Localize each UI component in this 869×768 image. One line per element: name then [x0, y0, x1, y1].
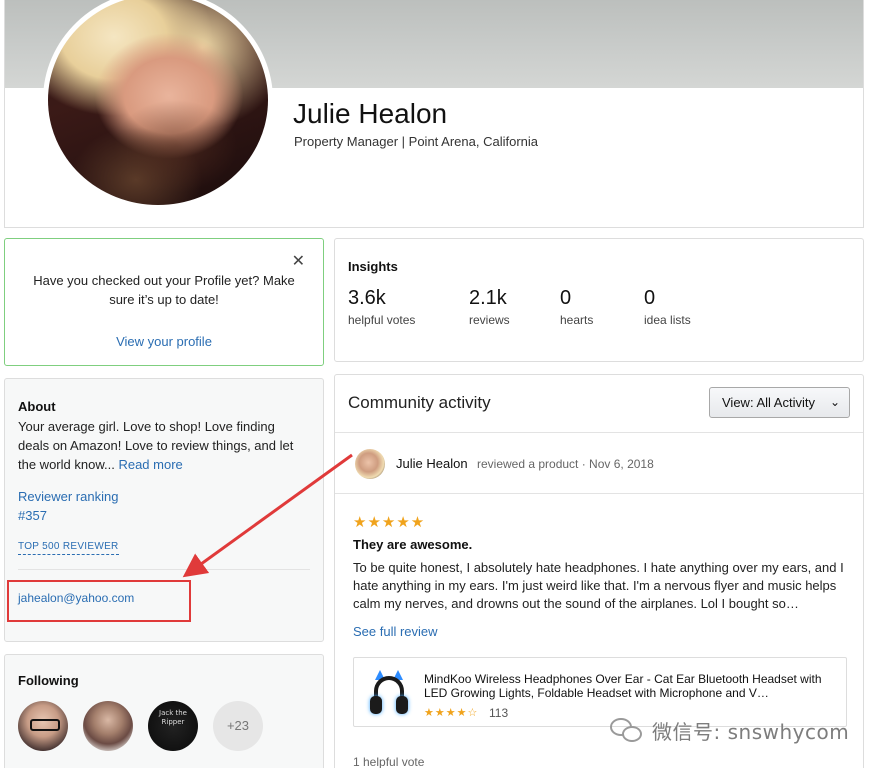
avatar[interactable]: [355, 449, 385, 479]
community-title: Community activity: [348, 393, 491, 412]
close-icon[interactable]: ✕: [292, 253, 305, 269]
view-filter-dropdown[interactable]: View: All Activity ⌄: [709, 387, 850, 418]
stat-helpful-votes: 3.6k helpful votes: [348, 287, 415, 327]
profile-name: Julie Healon: [293, 98, 448, 129]
product-title[interactable]: MindKoo Wireless Headphones Over Ear - C…: [424, 672, 836, 700]
headphones-icon: [368, 668, 410, 718]
stat-idea-lists: 0 idea lists: [644, 287, 691, 327]
about-bio: Your average girl. Love to shop! Love fi…: [18, 417, 308, 474]
watermark-text: 微信号: snswhycom: [652, 719, 850, 744]
following-card: Following Jack the Ripper +23: [4, 654, 324, 768]
wechat-watermark: 微信号: snswhycom: [610, 712, 849, 748]
stat-value: 3.6k: [348, 287, 386, 309]
about-divider: [18, 569, 310, 570]
stat-label: hearts: [560, 313, 594, 327]
product-star-rating[interactable]: ★★★★☆: [424, 706, 478, 719]
community-activity-card: Community activity View: All Activity ⌄ …: [334, 374, 864, 768]
view-profile-link[interactable]: View your profile: [5, 334, 323, 349]
email-highlight-box: [7, 580, 191, 622]
profile-subtitle: Property Manager | Point Arena, Californ…: [294, 134, 539, 149]
activity-entry-header: Julie Healon reviewed a product · Nov 6,…: [335, 433, 863, 494]
reviewer-ranking-link[interactable]: Reviewer ranking: [18, 489, 118, 504]
followed-avatar[interactable]: [83, 701, 133, 751]
notice-message: Have you checked out your Profile yet? M…: [33, 273, 295, 307]
stat-label: reviews: [469, 313, 510, 327]
stat-reviews: 2.1k reviews: [469, 287, 510, 327]
read-more-link[interactable]: Read more: [118, 457, 182, 472]
about-title: About: [18, 399, 56, 414]
following-more-button[interactable]: +23: [213, 701, 263, 751]
profile-avatar[interactable]: [43, 0, 273, 210]
insights-card: Insights 3.6k helpful votes 2.1k reviews…: [334, 238, 864, 362]
product-review-count[interactable]: 113: [489, 706, 508, 720]
stat-hearts: 0 hearts: [560, 287, 593, 327]
reviewer-ranking-value[interactable]: #357: [18, 508, 47, 523]
stat-value: 0: [560, 287, 572, 309]
stat-label: idea lists: [644, 313, 691, 327]
top-reviewer-badge[interactable]: TOP 500 REVIEWER: [18, 541, 119, 555]
community-header: Community activity View: All Activity ⌄: [335, 375, 863, 433]
insights-title: Insights: [348, 259, 398, 274]
review-star-rating: ★★★★★: [353, 513, 426, 531]
entry-author-name[interactable]: Julie Healon: [396, 456, 468, 471]
stat-label: helpful votes: [348, 313, 416, 327]
following-title: Following: [18, 673, 79, 688]
see-full-review-link[interactable]: See full review: [353, 624, 438, 639]
stat-value: 0: [644, 287, 656, 309]
helpful-vote-count: 1 helpful vote: [353, 755, 425, 768]
view-filter-label: View: All Activity: [722, 395, 815, 410]
stat-value: 2.1k: [469, 287, 507, 309]
profile-header-card: Julie Healon Property Manager | Point Ar…: [4, 0, 864, 228]
profile-notice: ✕ Have you checked out your Profile yet?…: [4, 238, 324, 366]
followed-avatar[interactable]: [18, 701, 68, 751]
wechat-icon: [610, 716, 644, 744]
review-body: To be quite honest, I absolutely hate he…: [353, 560, 844, 611]
entry-meta: reviewed a product · Nov 6, 2018: [477, 457, 654, 471]
profile-page: Julie Healon Property Manager | Point Ar…: [0, 0, 869, 768]
followed-avatar[interactable]: Jack the Ripper: [148, 701, 198, 751]
chevron-down-icon: ⌄: [829, 395, 840, 409]
review-title: They are awesome.: [353, 537, 473, 552]
